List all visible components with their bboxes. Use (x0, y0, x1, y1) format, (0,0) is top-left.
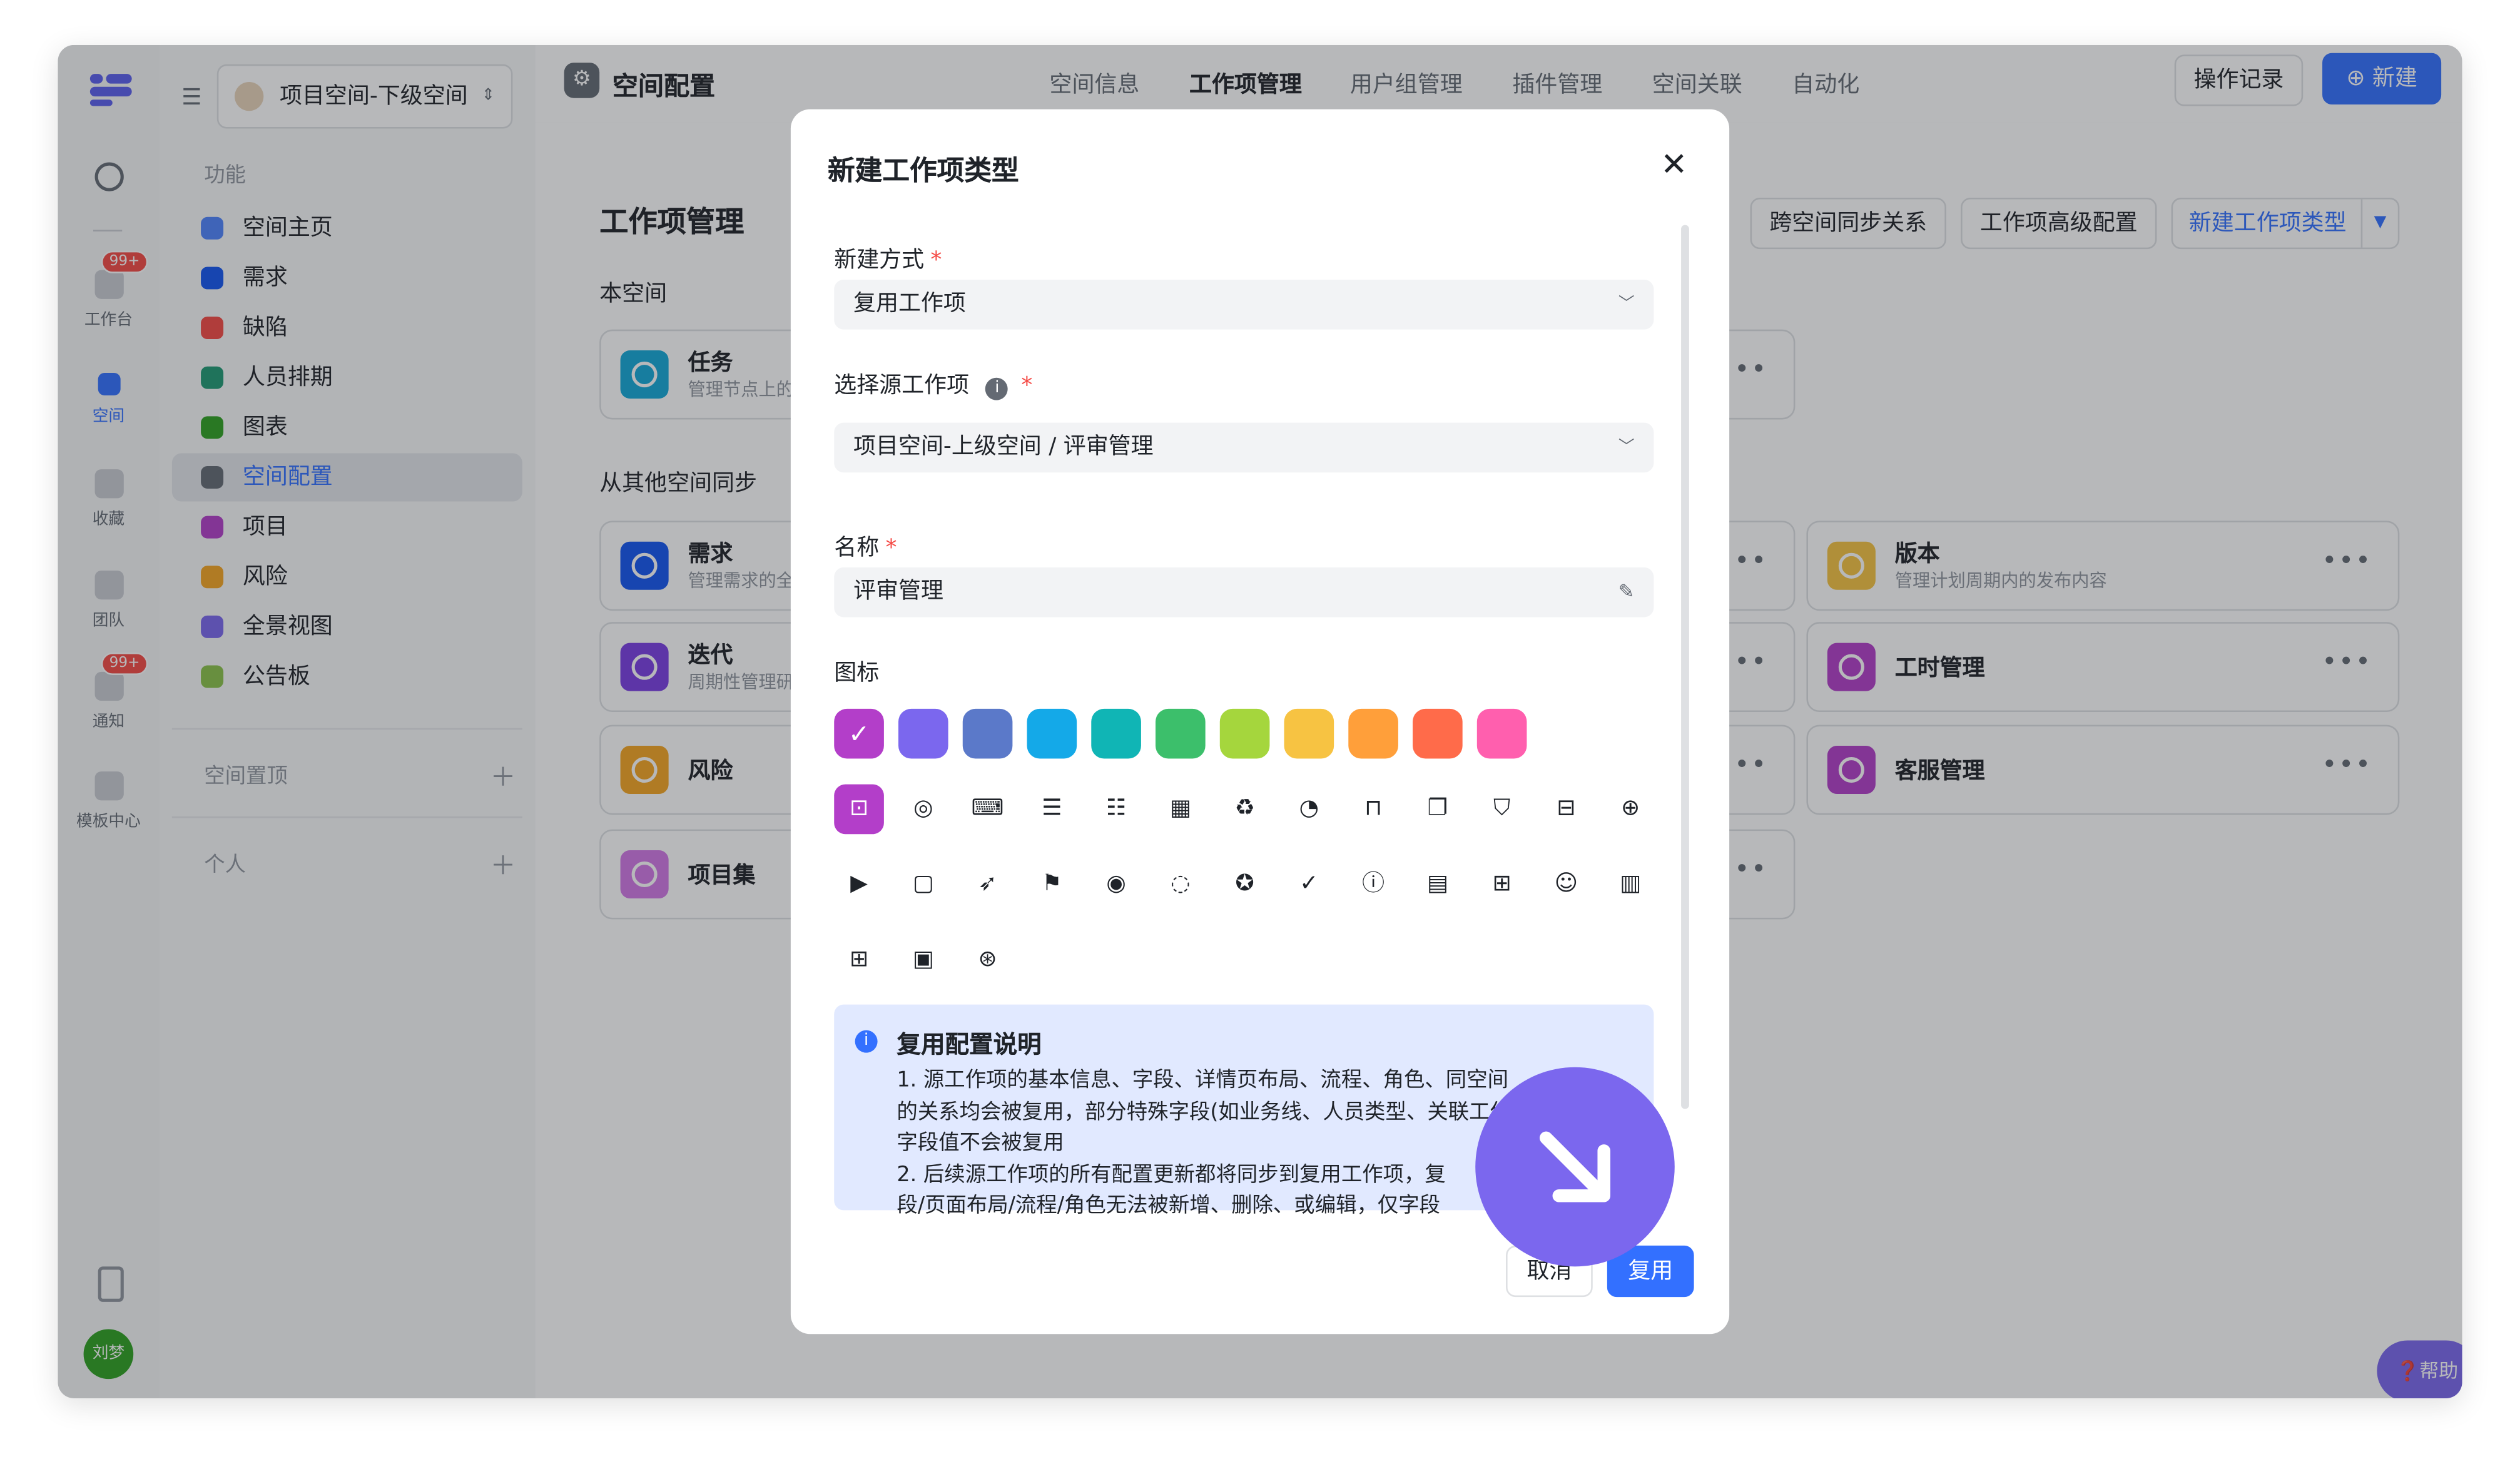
apps-icon[interactable]: ⊞ (834, 935, 884, 985)
rocket-icon[interactable]: ➶ (963, 860, 1013, 910)
calc-icon[interactable]: ⊞ (1477, 860, 1527, 910)
required-mark: * (1021, 372, 1033, 399)
shield-icon[interactable]: ⛉ (1477, 785, 1527, 835)
stack-icon[interactable]: ☷ (1091, 785, 1141, 835)
floating-action-button[interactable] (1475, 1067, 1675, 1267)
name-input[interactable]: 评审管理 ✎ (834, 567, 1654, 618)
check-icon: ✓ (848, 718, 870, 750)
required-mark: * (930, 247, 942, 273)
keyboard-icon[interactable]: ⌨ (963, 785, 1013, 835)
create-mode-select[interactable]: 复用工作项 ﹀ (834, 279, 1654, 330)
info-title: 复用配置说明 (897, 1030, 1042, 1059)
pie-icon[interactable]: ◔ (1284, 785, 1334, 835)
folder-icon[interactable]: ▢ (898, 860, 948, 910)
dialog-scrollbar[interactable] (1681, 225, 1689, 1109)
chevron-down-icon: ﹀ (1618, 439, 1635, 457)
icon-label: 图标 (834, 660, 880, 686)
color-swatch[interactable] (1156, 708, 1206, 759)
check-circle-icon[interactable]: ✓ (1284, 860, 1334, 910)
qrcode-icon[interactable]: ▣ (898, 935, 948, 985)
recycle-icon[interactable]: ♻ (1220, 785, 1270, 835)
color-swatch[interactable] (1091, 708, 1141, 759)
list-icon[interactable]: ☰ (1027, 785, 1077, 835)
table-icon[interactable]: ▤ (1413, 860, 1463, 910)
color-swatch[interactable] (898, 708, 948, 759)
target-icon[interactable]: ◉ (1091, 860, 1141, 910)
book-icon[interactable]: ❐ (1413, 785, 1463, 835)
grid-icon[interactable]: ▦ (1156, 785, 1206, 835)
name-label: 名称 * (834, 531, 897, 562)
edit-icon[interactable]: ✎ (1618, 567, 1635, 618)
source-workitem-value: 项目空间-上级空间 / 评审管理 (853, 434, 1154, 460)
badge-check-icon[interactable]: ✪ (1220, 860, 1270, 910)
alert-circle-icon[interactable]: ⓘ (1348, 860, 1398, 910)
color-swatch[interactable]: ✓ (834, 708, 884, 759)
info-icon[interactable]: i (985, 377, 1009, 400)
flag-icon[interactable]: ⚑ (1027, 860, 1077, 910)
create-mode-label-text: 新建方式 (834, 247, 925, 273)
color-swatch[interactable] (1284, 708, 1334, 759)
chevron-down-icon: ﹀ (1618, 295, 1635, 313)
globe-icon[interactable]: ⊕ (1605, 785, 1655, 835)
color-swatch[interactable] (1219, 708, 1270, 759)
arrow-down-right-icon (1539, 1131, 1611, 1202)
create-mode-value: 复用工作项 (853, 290, 966, 317)
info-circle-icon: i (855, 1030, 878, 1053)
color-swatch[interactable] (1413, 708, 1463, 759)
dialog-title: 新建工作项类型 (827, 156, 1019, 188)
app-window: 工作台 99+ 空间 收藏 团队 通知 99+ 模板中心 刘梦 ☰ 项目空间-下… (58, 44, 2462, 1398)
source-label: 选择源工作项 i * (834, 368, 1032, 400)
bookmark-icon[interactable]: ⊡ (834, 784, 884, 835)
name-value: 评审管理 (853, 578, 943, 604)
close-icon[interactable]: ✕ (1660, 145, 1687, 183)
source-label-text: 选择源工作项 (834, 372, 970, 399)
bar-chart-icon[interactable]: ▥ (1605, 860, 1655, 910)
presentation-icon[interactable]: ⊓ (1348, 785, 1398, 835)
source-workitem-select[interactable]: 项目空间-上级空间 / 评审管理 ﹀ (834, 422, 1654, 473)
color-swatch[interactable] (1476, 708, 1527, 759)
color-swatch[interactable] (962, 708, 1013, 759)
basketball-icon[interactable]: ⊛ (963, 935, 1013, 985)
name-label-text: 名称 (834, 535, 880, 561)
color-swatch[interactable] (1348, 708, 1398, 759)
create-mode-label: 新建方式 * (834, 243, 942, 275)
color-swatch[interactable] (1027, 708, 1077, 759)
play-icon[interactable]: ▶ (834, 860, 884, 910)
archive-icon[interactable]: ⊟ (1542, 785, 1592, 835)
required-mark: * (885, 535, 897, 561)
dotted-circle-icon[interactable]: ◌ (1156, 860, 1206, 910)
swirl-icon[interactable]: ◎ (898, 785, 948, 835)
user-circle-icon[interactable]: ☺ (1542, 860, 1592, 910)
